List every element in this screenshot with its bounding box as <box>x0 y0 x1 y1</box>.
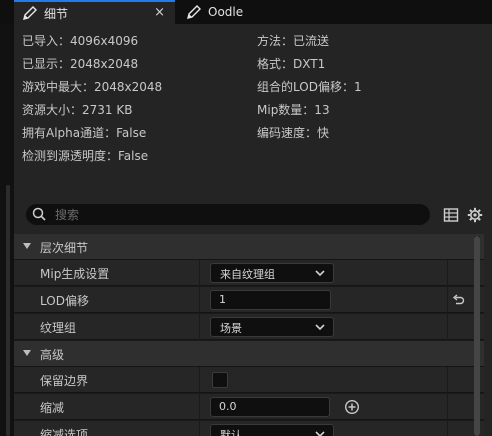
grid-scrollbar[interactable] <box>474 236 480 436</box>
property-texture-group: 纹理组 场景 <box>14 314 484 340</box>
category-lod-label: 层次细节 <box>40 241 89 255</box>
info-combined-lod: 组合的LOD偏移：1 <box>257 80 362 94</box>
column-divider <box>447 314 448 340</box>
info-imported: 已导入：4096x4096 <box>22 34 139 48</box>
mip-gen-dropdown[interactable]: 来自纹理组 <box>210 263 334 283</box>
column-divider[interactable] <box>199 287 200 313</box>
column-divider <box>447 421 448 436</box>
add-icon[interactable] <box>344 399 360 415</box>
tab-bar: 细节 × Oodle <box>0 0 492 24</box>
property-label: 纹理组 <box>40 321 77 335</box>
dropdown-value: 默认 <box>220 429 242 436</box>
info-mip-count: Mip数量：13 <box>257 103 330 117</box>
reset-to-default-icon[interactable] <box>451 293 465 307</box>
column-divider <box>447 367 448 393</box>
column-divider <box>447 287 448 313</box>
column-divider[interactable] <box>199 260 200 286</box>
property-label: 保留边界 <box>40 374 89 388</box>
texture-group-dropdown[interactable]: 场景 <box>210 317 334 337</box>
property-reduce: 缩减 0.0 <box>14 394 484 420</box>
chevron-down-icon <box>315 431 325 436</box>
category-advanced[interactable]: 高级 <box>14 341 484 367</box>
chevron-down-icon <box>23 350 31 356</box>
search-icon <box>32 207 46 221</box>
column-divider[interactable] <box>199 421 200 436</box>
reduce-field[interactable]: 0.0 <box>210 397 330 417</box>
gear-icon[interactable] <box>467 207 483 223</box>
column-divider[interactable] <box>199 394 200 420</box>
property-grid: 层次细节 Mip生成设置 来自纹理组 LOD偏移 1 纹理组 场景 高级 保留边… <box>14 234 484 436</box>
lod-bias-field[interactable]: 1 <box>210 290 331 310</box>
scrollbar-thumb[interactable] <box>474 236 480 436</box>
tab-details[interactable]: 细节 × <box>14 0 175 24</box>
dropdown-value: 场景 <box>220 322 242 335</box>
preserve-border-checkbox[interactable] <box>212 372 228 388</box>
left-scrollbar[interactable] <box>6 185 10 436</box>
field-value: 1 <box>219 293 226 306</box>
property-mip-gen: Mip生成设置 来自纹理组 <box>14 260 484 286</box>
info-source-alpha: 检测到源透明度：False <box>22 149 149 163</box>
property-preserve-border: 保留边界 <box>14 367 484 393</box>
chevron-down-icon <box>315 270 325 277</box>
info-resource-size: 资源大小：2731 KB <box>22 103 133 117</box>
property-reduce-options: 缩减选项 默认 <box>14 421 484 436</box>
info-displayed: 已显示：2048x2048 <box>22 57 139 71</box>
info-encode-speed: 编码速度：快 <box>257 126 330 140</box>
search-box[interactable] <box>26 204 430 225</box>
pencil-icon <box>187 5 201 19</box>
property-label: Mip生成设置 <box>40 267 110 281</box>
search-input[interactable] <box>53 205 417 225</box>
column-divider <box>447 394 448 420</box>
tab-details-label: 细节 <box>44 6 69 21</box>
info-format: 格式：DXT1 <box>257 57 326 71</box>
tab-oodle-label: Oodle <box>208 5 244 19</box>
column-divider <box>447 260 448 286</box>
tab-oodle[interactable]: Oodle <box>178 0 293 24</box>
close-icon[interactable]: × <box>154 5 165 20</box>
chevron-down-icon <box>315 324 325 331</box>
info-has-alpha: 拥有Alpha通道：False <box>22 126 147 140</box>
property-label: LOD偏移 <box>40 294 89 308</box>
category-advanced-label: 高级 <box>40 348 65 362</box>
dropdown-value: 来自纹理组 <box>220 268 275 281</box>
property-label: 缩减选项 <box>40 428 89 436</box>
info-method: 方法：已流送 <box>257 34 330 48</box>
reduce-options-dropdown[interactable]: 默认 <box>210 424 334 436</box>
column-divider[interactable] <box>199 314 200 340</box>
field-value: 0.0 <box>219 400 237 413</box>
category-lod[interactable]: 层次细节 <box>14 234 484 260</box>
property-label: 缩减 <box>40 401 65 415</box>
chevron-down-icon <box>23 243 31 249</box>
property-lod-bias: LOD偏移 1 <box>14 287 484 313</box>
column-divider[interactable] <box>199 367 200 393</box>
info-max-ingame: 游戏中最大：2048x2048 <box>22 80 163 94</box>
table-view-icon[interactable] <box>443 207 459 223</box>
pencil-icon <box>23 6 37 20</box>
